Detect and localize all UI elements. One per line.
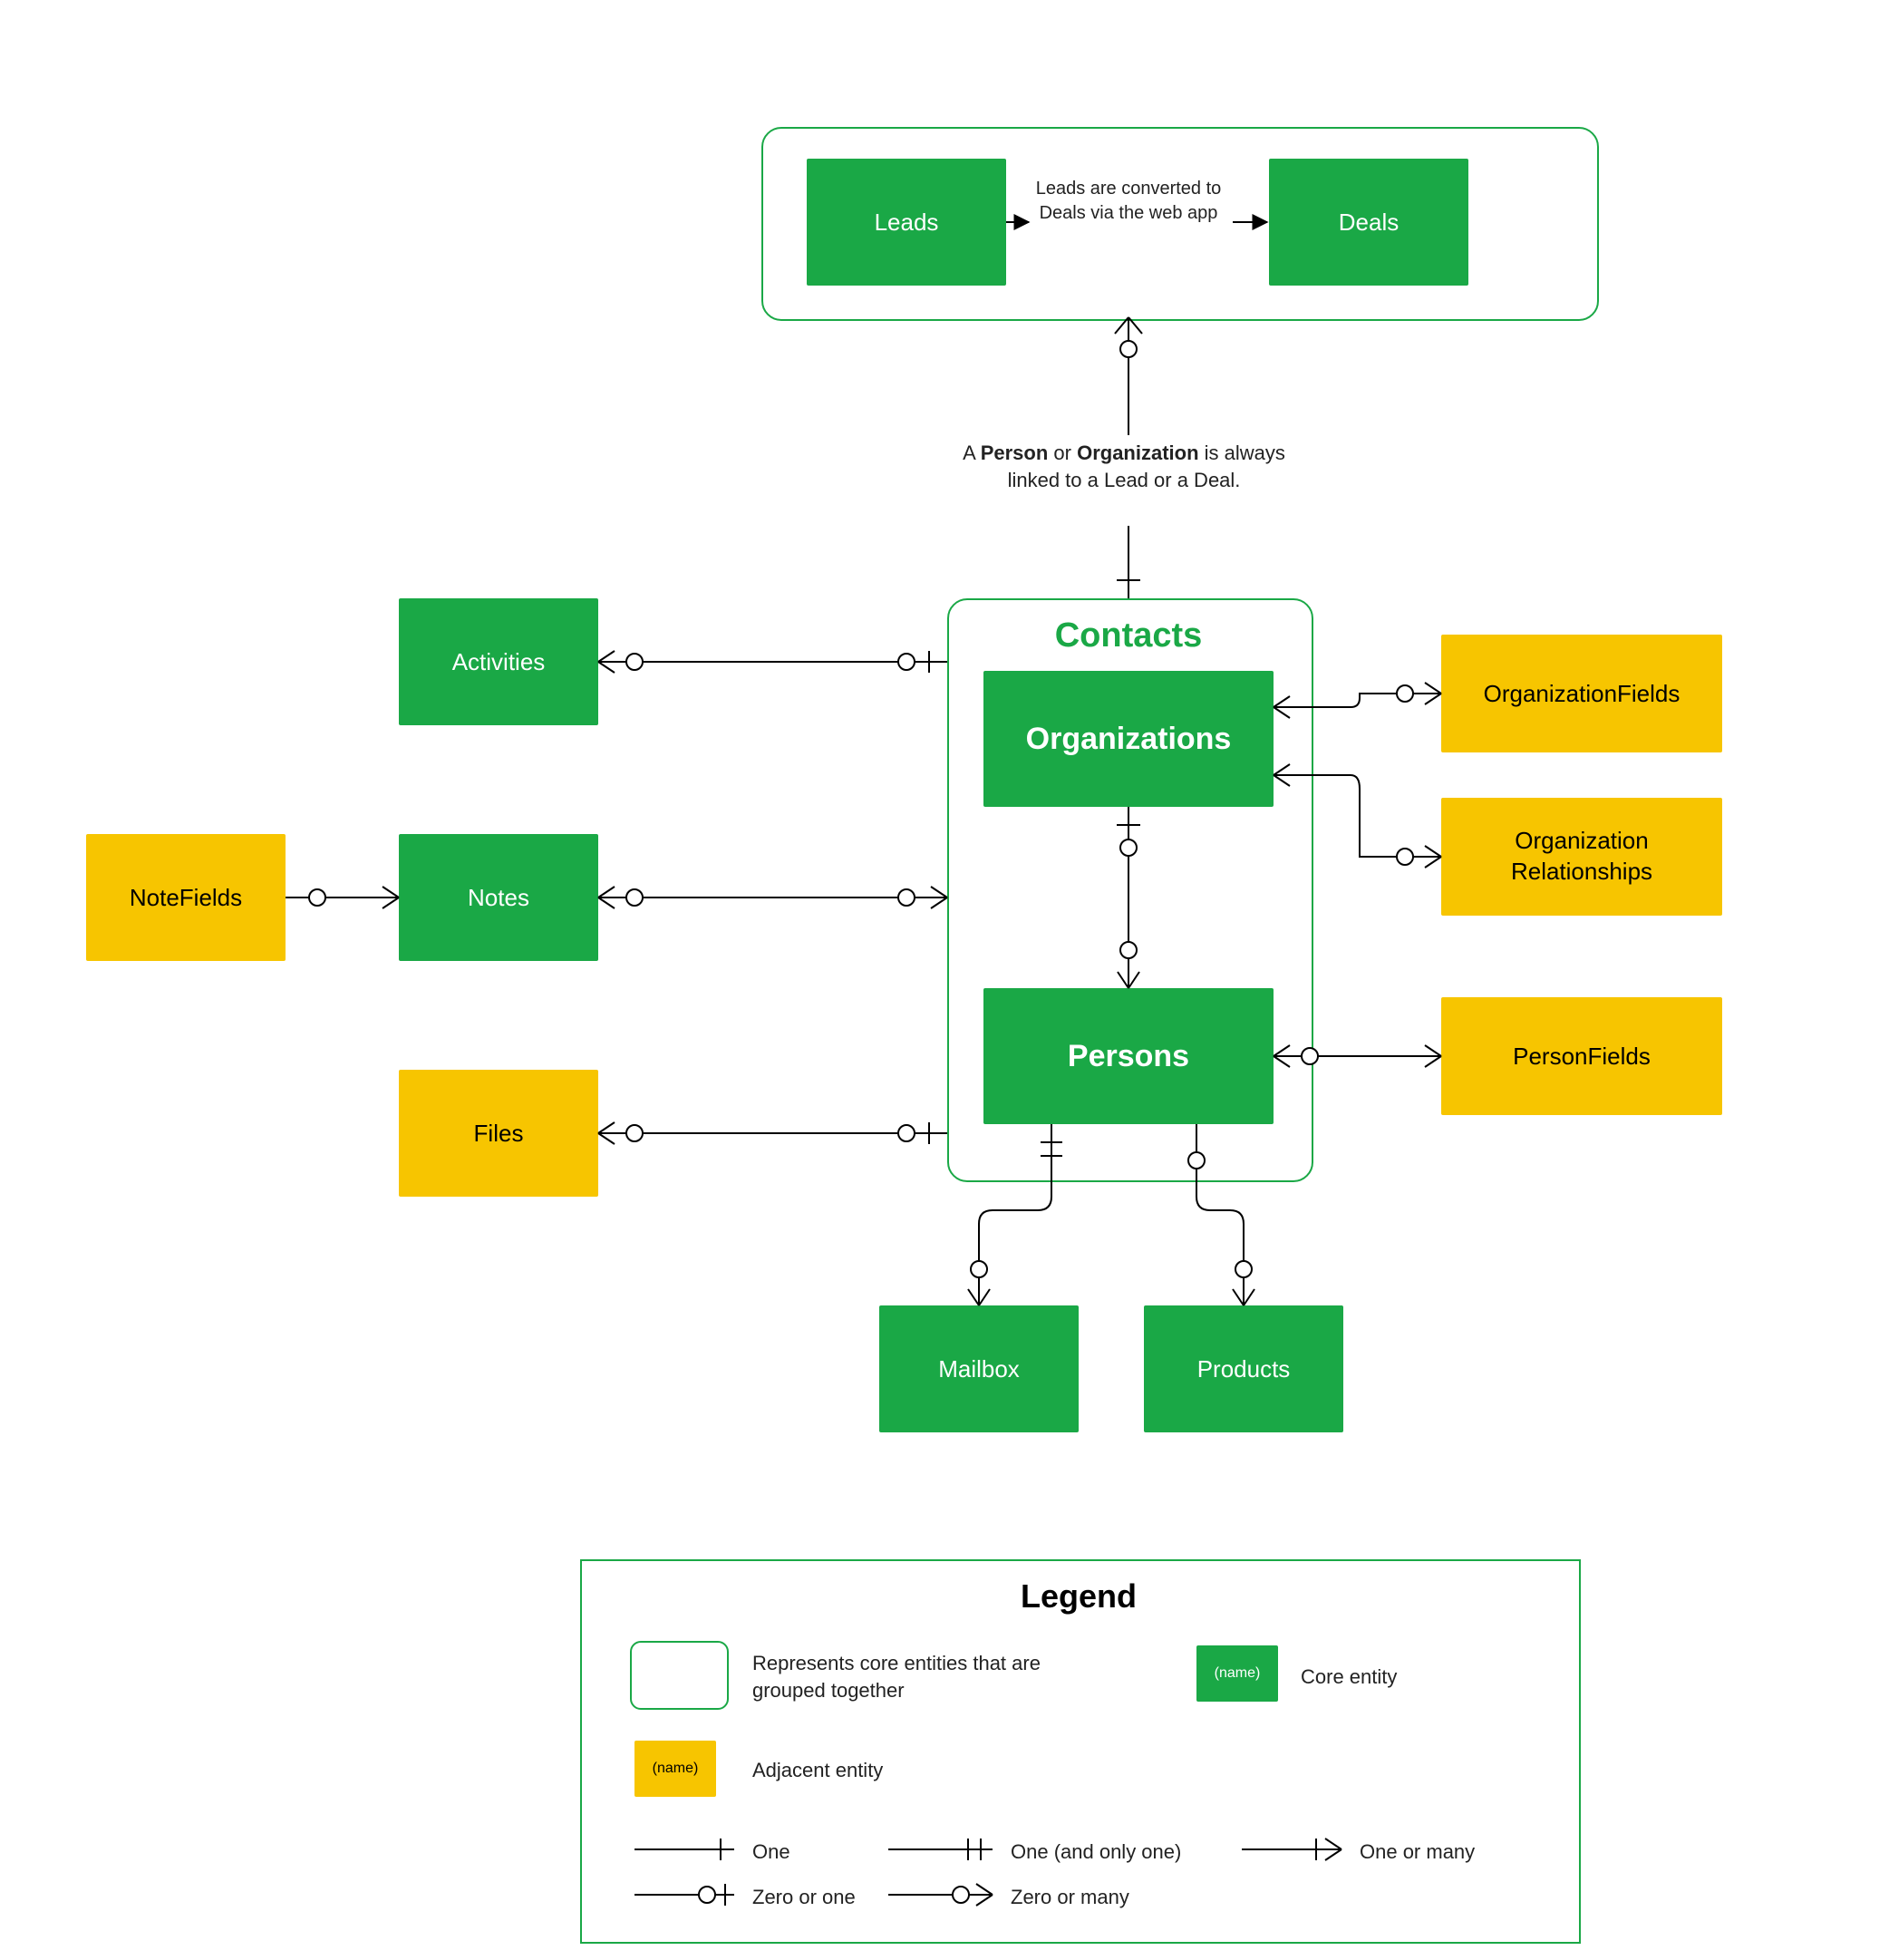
deals-label: Deals bbox=[1339, 209, 1399, 237]
legend-adj-swatch: (name) bbox=[634, 1741, 716, 1797]
products-box: Products bbox=[1144, 1305, 1343, 1432]
legend-grouped-swatch bbox=[630, 1641, 729, 1710]
notefields-label: NoteFields bbox=[130, 884, 242, 912]
organizations-label: Organizations bbox=[1026, 722, 1232, 757]
notefields-box: NoteFields bbox=[86, 834, 286, 961]
personfields-box: PersonFields bbox=[1441, 997, 1722, 1115]
leads-label: Leads bbox=[875, 209, 939, 237]
legend-core-text: Core entity bbox=[1301, 1664, 1482, 1691]
notes-label: Notes bbox=[468, 884, 529, 912]
legend-grouped-text: Represents core entities that are groupe… bbox=[752, 1650, 1088, 1703]
leads-box: Leads bbox=[807, 159, 1006, 286]
leads-to-deals-text: Leads are converted to Deals via the web… bbox=[1029, 177, 1228, 226]
deals-box: Deals bbox=[1269, 159, 1468, 286]
organizations-box: Organizations bbox=[983, 671, 1274, 807]
persons-label: Persons bbox=[1068, 1039, 1189, 1074]
legend-oneonly: One (and only one) bbox=[1011, 1839, 1181, 1866]
legend-zeroorone: Zero or one bbox=[752, 1884, 856, 1911]
files-label: Files bbox=[474, 1120, 524, 1148]
products-label: Products bbox=[1197, 1355, 1291, 1383]
contacts-title: Contacts bbox=[947, 616, 1310, 655]
legend-one: One bbox=[752, 1839, 790, 1866]
person-org-link-text: A Person or Organization is always linke… bbox=[943, 440, 1305, 493]
personfields-label: PersonFields bbox=[1513, 1043, 1651, 1071]
files-box: Files bbox=[399, 1070, 598, 1197]
orgrel-label: Organization Relationships bbox=[1441, 826, 1722, 888]
orgrel-box: Organization Relationships bbox=[1441, 798, 1722, 916]
legend-adj-text: Adjacent entity bbox=[752, 1757, 1024, 1784]
persons-box: Persons bbox=[983, 988, 1274, 1124]
activities-label: Activities bbox=[452, 648, 546, 676]
notes-box: Notes bbox=[399, 834, 598, 961]
legend-zeroormany: Zero or many bbox=[1011, 1884, 1129, 1911]
orgfields-label: OrganizationFields bbox=[1484, 680, 1680, 708]
mailbox-box: Mailbox bbox=[879, 1305, 1079, 1432]
mailbox-label: Mailbox bbox=[938, 1355, 1020, 1383]
activities-box: Activities bbox=[399, 598, 598, 725]
legend-core-swatch: (name) bbox=[1196, 1645, 1278, 1702]
orgfields-box: OrganizationFields bbox=[1441, 635, 1722, 752]
legend-title: Legend bbox=[580, 1577, 1577, 1616]
legend-oneormany: One or many bbox=[1360, 1839, 1475, 1866]
diagram-canvas: Leads Leads are converted to Deals via t… bbox=[0, 0, 1879, 1960]
